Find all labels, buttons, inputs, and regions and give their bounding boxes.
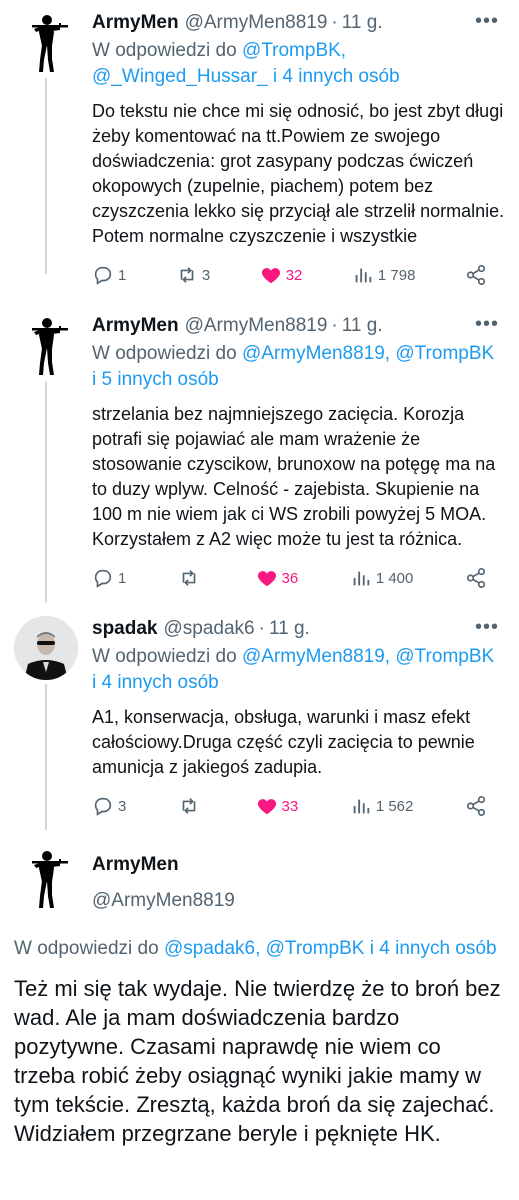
tweet-text: Też mi się tak wydaje. Nie twierdzę że t… <box>14 976 501 1146</box>
thread-line <box>45 684 47 830</box>
soldier-silhouette-icon <box>14 10 78 74</box>
retweet-count: 3 <box>201 266 211 284</box>
views-button[interactable]: 1 562 <box>350 795 414 817</box>
share-icon <box>466 568 486 588</box>
retweet-icon <box>180 267 194 283</box>
like-button[interactable]: 33 <box>256 795 299 817</box>
display-name[interactable]: ArmyMen <box>92 10 179 36</box>
avatar[interactable] <box>14 10 78 74</box>
tweet[interactable]: ••• ArmyMen @ArmyMen8819 · 11 g. W odpow… <box>0 0 519 297</box>
like-button[interactable]: 32 <box>260 264 303 286</box>
display-name[interactable]: ArmyMen <box>92 852 505 878</box>
separator: · <box>331 315 338 336</box>
more-icon[interactable]: ••• <box>475 313 499 336</box>
more-icon[interactable]: ••• <box>475 616 499 639</box>
retweet-button[interactable] <box>178 567 204 589</box>
avatar[interactable] <box>14 846 78 910</box>
views-button[interactable]: 1 400 <box>350 567 414 589</box>
tweet-text: strzelania bez najmniejszego zacięcia. K… <box>92 404 496 549</box>
retweet-button[interactable] <box>178 795 204 817</box>
reply-context: W odpowiedzi do @ArmyMen8819, @TrompBK i… <box>92 341 505 393</box>
tweet-text: Do tekstu nie chce mi się odnosić, bo je… <box>92 101 505 246</box>
share-button[interactable] <box>465 264 491 286</box>
username[interactable]: @spadak6 <box>163 616 254 642</box>
mention-link[interactable]: @spadak6, @TrompBK <box>164 938 365 959</box>
views-icon <box>353 799 370 814</box>
views-count: 1 562 <box>375 797 414 815</box>
username[interactable]: @ArmyMen8819 <box>92 888 505 914</box>
soldier-silhouette-icon <box>14 313 78 377</box>
heart-icon <box>261 268 280 284</box>
reply-prefix: W odpowiedzi do <box>92 646 242 667</box>
separator: · <box>331 12 338 33</box>
timestamp[interactable]: 11 g. <box>342 10 383 36</box>
reply-context: W odpowiedzi do @ArmyMen8819, @TrompBK i… <box>92 644 505 696</box>
separator: · <box>258 618 265 639</box>
username[interactable]: @ArmyMen8819 <box>185 10 328 36</box>
retweet-icon <box>182 798 196 814</box>
display-name[interactable]: spadak <box>92 616 157 642</box>
like-count: 33 <box>281 797 299 815</box>
tweet[interactable]: ••• ArmyMen @ArmyMen8819 · 11 g. W odpow… <box>0 303 519 603</box>
like-button[interactable]: 36 <box>256 567 299 589</box>
mention-link[interactable]: @ArmyMen8819, @TrompBK <box>242 646 494 667</box>
avatar[interactable] <box>14 313 78 377</box>
retweet-button[interactable]: 3 <box>176 264 210 286</box>
like-count: 36 <box>281 569 299 587</box>
timestamp[interactable]: 11 g. <box>269 616 310 642</box>
others-link[interactable]: i 4 innych osób <box>92 672 219 693</box>
timestamp[interactable]: 11 g. <box>342 313 383 339</box>
views-count: 1 400 <box>375 569 414 587</box>
tweet-header: ArmyMen @ArmyMen8819 · 11 g. <box>92 10 505 36</box>
reply-count: 1 <box>118 266 127 284</box>
heart-icon <box>257 571 276 587</box>
others-link[interactable]: i 5 innych osób <box>92 369 219 390</box>
action-bar: 3 33 1 562 <box>92 784 505 828</box>
reply-icon <box>94 797 112 816</box>
reply-button[interactable]: 1 <box>92 264 126 286</box>
action-bar: 1 36 1 400 <box>92 556 505 600</box>
others-link[interactable]: i 4 innych osób <box>364 938 497 959</box>
action-bar: 1 3 32 1 798 <box>92 253 505 297</box>
mention-link[interactable]: @ArmyMen8819, @TrompBK <box>242 343 494 364</box>
heart-icon <box>257 799 276 815</box>
reply-icon <box>94 266 112 285</box>
others-link[interactable]: i 4 innych osób <box>268 66 400 87</box>
person-photo-icon <box>14 616 78 680</box>
retweet-icon <box>182 570 196 586</box>
reply-button[interactable]: 3 <box>92 795 126 817</box>
reply-count: 3 <box>118 797 127 815</box>
tweet[interactable]: ••• spadak @spadak6 · 11 g. W odpowiedzi… <box>0 606 519 830</box>
mention-link[interactable]: @_Winged_Hussar_ <box>92 66 268 87</box>
soldier-silhouette-icon <box>14 846 78 910</box>
like-count: 32 <box>285 266 303 284</box>
mention-link[interactable]: @TrompBK, <box>242 40 346 61</box>
share-button[interactable] <box>465 795 491 817</box>
views-count: 1 798 <box>377 266 416 284</box>
tweet-header: ArmyMen @ArmyMen8819 · 11 g. <box>92 313 505 339</box>
views-button[interactable]: 1 798 <box>352 264 416 286</box>
reply-icon <box>94 569 112 588</box>
reply-count: 1 <box>118 569 127 587</box>
reply-context: W odpowiedzi do @spadak6, @TrompBK i 4 i… <box>14 936 505 962</box>
views-icon <box>355 268 372 283</box>
thread-line <box>45 381 47 603</box>
tweet-header: spadak @spadak6 · 11 g. <box>92 616 505 642</box>
avatar[interactable] <box>14 616 78 680</box>
reply-button[interactable]: 1 <box>92 567 126 589</box>
main-tweet: ArmyMen @ArmyMen8819 W odpowiedzi do @sp… <box>0 836 519 1148</box>
tweet-text: A1, konserwacja, obsługa, warunki i masz… <box>92 707 475 777</box>
reply-prefix: W odpowiedzi do <box>92 343 242 364</box>
reply-context: W odpowiedzi do @TrompBK, @_Winged_Hussa… <box>92 38 505 90</box>
share-icon <box>466 796 486 816</box>
share-icon <box>466 265 486 285</box>
display-name[interactable]: ArmyMen <box>92 313 179 339</box>
thread-line <box>45 78 47 274</box>
share-button[interactable] <box>465 567 491 589</box>
more-icon[interactable]: ••• <box>475 10 499 33</box>
username[interactable]: @ArmyMen8819 <box>185 313 328 339</box>
views-icon <box>353 571 370 586</box>
reply-prefix: W odpowiedzi do <box>92 40 242 61</box>
reply-prefix: W odpowiedzi do <box>14 938 164 959</box>
